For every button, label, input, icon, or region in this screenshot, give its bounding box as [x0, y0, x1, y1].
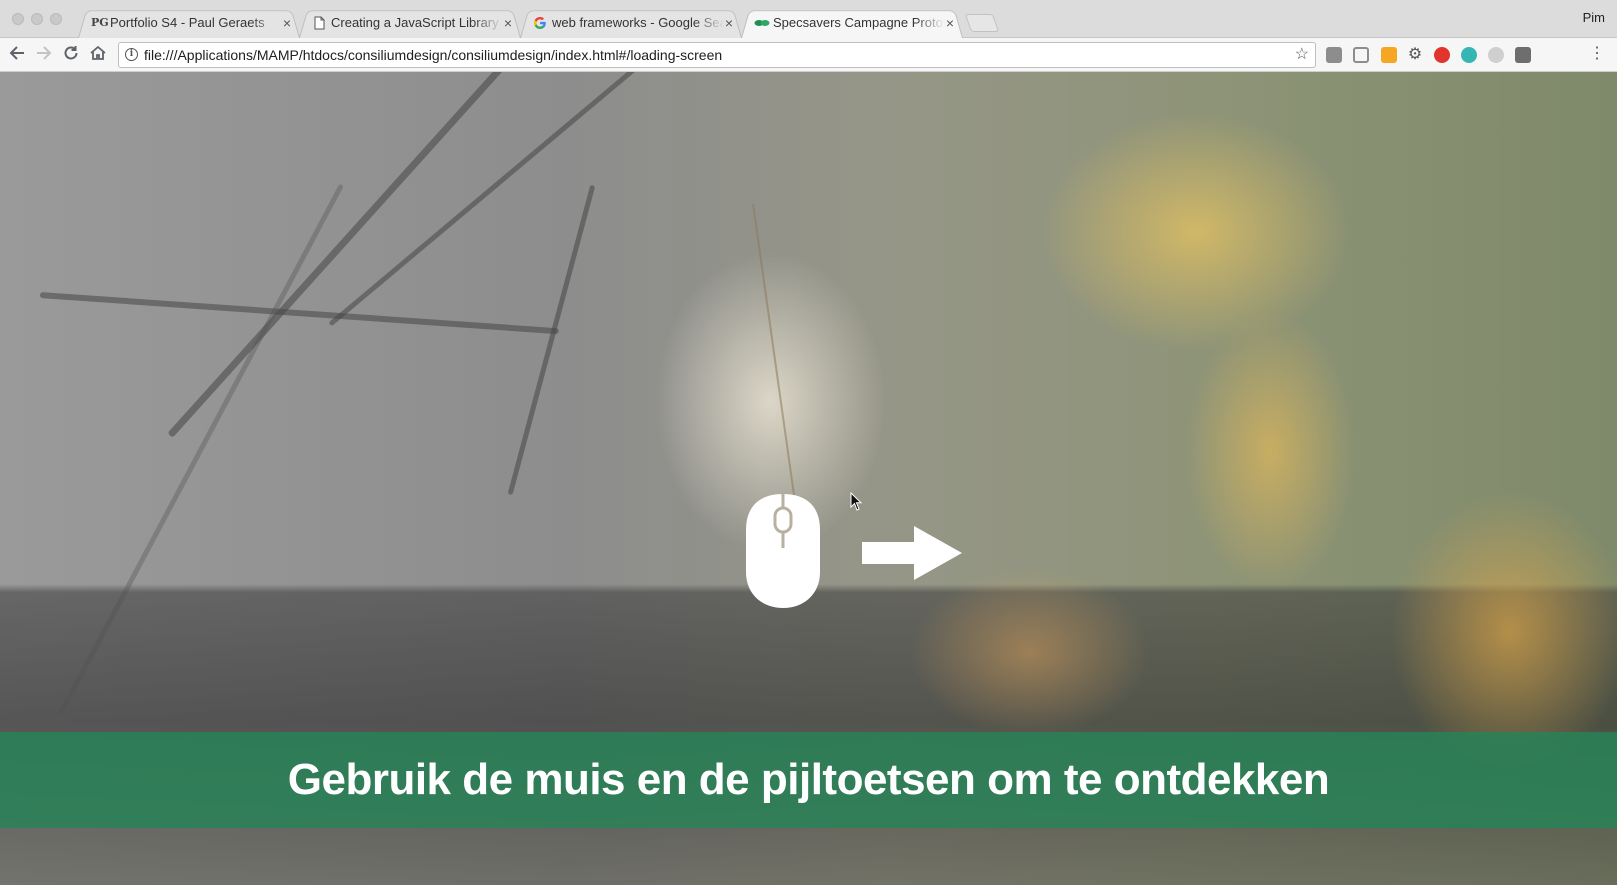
cursor-icon	[850, 492, 863, 511]
arrow-right-icon	[862, 526, 962, 580]
extension-m-icon[interactable]	[1461, 47, 1477, 63]
extension-sidebar-icon[interactable]	[1515, 47, 1531, 63]
tab-close-icon[interactable]: ×	[504, 8, 512, 38]
tab-title: Specsavers Campagne Prototy	[773, 15, 945, 30]
google-icon	[533, 16, 547, 30]
page-info-icon[interactable]: i	[125, 48, 138, 61]
instruction-banner: Gebruik de muis en de pijltoetsen om te …	[0, 732, 1617, 828]
instruction-text: Gebruik de muis en de pijltoetsen om te …	[287, 755, 1330, 804]
forward-arrow-icon[interactable]	[34, 44, 54, 64]
background-branch	[57, 183, 344, 716]
reload-icon[interactable]	[61, 44, 81, 64]
tab-strip: PG Portfolio S4 - Paul Geraets × Creatin…	[0, 0, 1617, 38]
background-branch	[39, 292, 559, 335]
home-icon[interactable]	[88, 44, 108, 64]
tab-portfolio[interactable]: PG Portfolio S4 - Paul Geraets ×	[78, 8, 300, 38]
maximize-window-button[interactable]	[50, 13, 62, 25]
gear-icon[interactable]: ⚙	[1407, 47, 1423, 63]
close-window-button[interactable]	[12, 13, 24, 25]
background-branch	[167, 72, 548, 438]
tab-javascript-library[interactable]: Creating a JavaScript Library ×	[299, 8, 521, 38]
tab-specsavers-prototype[interactable]: Specsavers Campagne Prototy ×	[741, 8, 963, 38]
tab-close-icon[interactable]: ×	[946, 8, 954, 38]
bookmark-star-icon[interactable]: ☆	[1295, 45, 1309, 65]
browser-toolbar: i file:///Applications/MAMP/htdocs/consi…	[0, 38, 1617, 72]
specsavers-icon	[754, 16, 770, 30]
extension-cloud-icon[interactable]	[1488, 47, 1504, 63]
address-bar[interactable]: i file:///Applications/MAMP/htdocs/consi…	[118, 42, 1316, 68]
browser-menu-icon[interactable]: ⋮	[1589, 44, 1605, 64]
extension-clapper-icon[interactable]	[1326, 47, 1342, 63]
opera-vpn-icon[interactable]	[1434, 47, 1450, 63]
leaf-vein	[752, 203, 800, 531]
url-text[interactable]: file:///Applications/MAMP/htdocs/consili…	[144, 43, 722, 67]
tab-google-search[interactable]: web frameworks - Google Sea ×	[520, 8, 742, 38]
tab-title: Portfolio S4 - Paul Geraets	[110, 15, 265, 30]
browser-window: PG Portfolio S4 - Paul Geraets × Creatin…	[0, 0, 1617, 885]
tab-title: Creating a JavaScript Library	[331, 15, 499, 30]
cast-icon[interactable]	[1353, 47, 1369, 63]
tab-title: web frameworks - Google Sea	[552, 15, 724, 30]
back-arrow-icon[interactable]	[7, 44, 27, 64]
minimize-window-button[interactable]	[31, 13, 43, 25]
loading-screen[interactable]: Gebruik de muis en de pijltoetsen om te …	[0, 72, 1617, 885]
profile-name[interactable]: Pim	[1583, 10, 1605, 25]
new-tab-button[interactable]	[964, 14, 1000, 32]
page-icon	[312, 16, 326, 30]
extension-off-icon[interactable]	[1381, 47, 1397, 63]
mouse-icon	[746, 494, 820, 608]
pg-favicon-icon: PG	[91, 16, 109, 29]
background-branch	[507, 184, 596, 496]
tab-close-icon[interactable]: ×	[725, 8, 733, 38]
tab-close-icon[interactable]: ×	[283, 8, 291, 38]
